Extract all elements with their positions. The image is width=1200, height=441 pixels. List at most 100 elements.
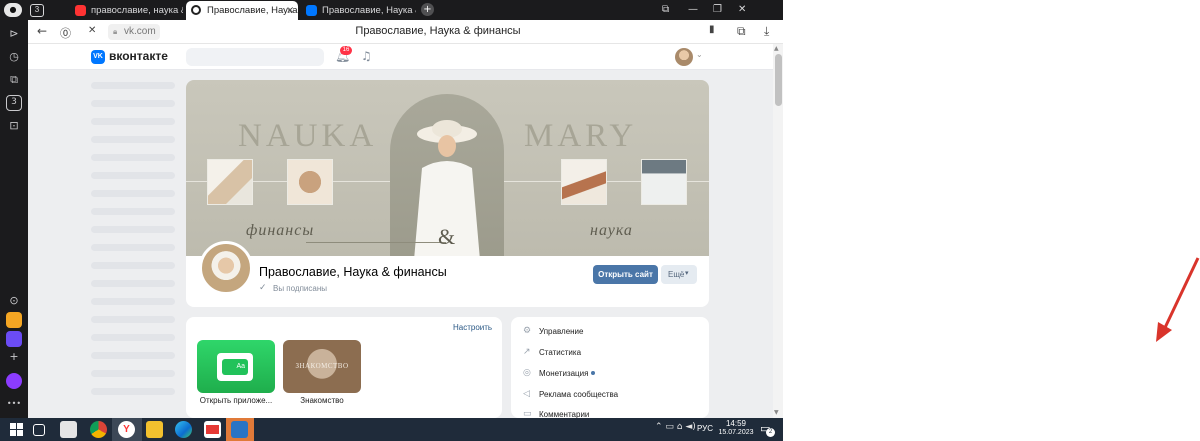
vk-logo-text[interactable]: вконтакте bbox=[109, 49, 168, 63]
bookmark-icon[interactable]: ▮ bbox=[709, 24, 715, 35]
windows-start-icon[interactable] bbox=[10, 423, 23, 436]
stop-icon[interactable]: ✕ bbox=[88, 25, 96, 36]
app-label[interactable]: Открыть приложе... bbox=[197, 396, 275, 405]
menu-placeholder bbox=[91, 352, 175, 359]
task-view-icon[interactable] bbox=[33, 424, 45, 436]
menu-item-comments[interactable]: Комментарии bbox=[539, 410, 589, 418]
back-icon[interactable]: ← bbox=[37, 24, 47, 38]
url-field[interactable]: 🔒︎ vk.com bbox=[108, 24, 160, 40]
check-icon: ✓ bbox=[259, 283, 267, 293]
app-label[interactable]: Знакомство bbox=[283, 396, 361, 405]
app-tile-acquaintance[interactable]: ЗНАКОМСТВО bbox=[283, 340, 361, 393]
menu-placeholder bbox=[91, 136, 175, 143]
notification-badge: 2 bbox=[766, 428, 775, 437]
menu-placeholder bbox=[91, 334, 175, 341]
comment-icon: ▭ bbox=[523, 409, 532, 418]
lock-icon: 🔒︎ bbox=[113, 27, 118, 36]
scroll-up-icon[interactable]: ▲ bbox=[774, 45, 779, 52]
chevron-down-icon[interactable]: ⌄ bbox=[696, 50, 703, 59]
app-tile-open-app[interactable]: Aa bbox=[197, 340, 275, 393]
user-avatar[interactable] bbox=[675, 48, 693, 66]
vk-favicon-icon bbox=[306, 5, 317, 16]
new-tab-button[interactable]: + bbox=[421, 3, 434, 16]
window-close-button[interactable]: ✕ bbox=[738, 0, 746, 20]
screenshot-icon[interactable]: ⊡ bbox=[6, 118, 22, 134]
menu-placeholder bbox=[91, 226, 175, 233]
vk-logo-icon[interactable]: VK bbox=[91, 50, 105, 64]
tab-label: Православие, Наука & финансы bbox=[207, 5, 298, 16]
cover-underline bbox=[306, 242, 446, 243]
menu-placeholder bbox=[91, 100, 175, 107]
settings-icon: ⚙ bbox=[523, 326, 532, 336]
tabs-overview-icon[interactable]: ⧉ bbox=[662, 0, 669, 20]
more-icon[interactable]: ••• bbox=[6, 396, 22, 412]
cover-photo-4 bbox=[641, 159, 687, 205]
store-icon[interactable] bbox=[60, 421, 77, 438]
mail-icon[interactable] bbox=[204, 421, 221, 438]
open-site-button[interactable]: Открыть сайт bbox=[593, 265, 658, 284]
restore-button[interactable]: ❐ bbox=[713, 0, 722, 20]
download-icon[interactable]: ⤓ bbox=[764, 24, 769, 39]
cover-photo-1 bbox=[207, 159, 253, 205]
cover-ampersand: & bbox=[438, 224, 456, 249]
menu-placeholder bbox=[91, 244, 175, 251]
group-avatar[interactable] bbox=[199, 241, 253, 295]
photos-icon bbox=[231, 421, 248, 438]
search-input[interactable] bbox=[186, 48, 324, 66]
photos-task-active[interactable] bbox=[226, 418, 254, 441]
scroll-down-icon[interactable]: ▼ bbox=[774, 409, 779, 416]
subscribed-status[interactable]: Вы подписаны bbox=[273, 284, 327, 293]
chrome-icon[interactable] bbox=[90, 421, 107, 438]
protect-icon[interactable]: ⓪ bbox=[60, 25, 71, 41]
menu-item-ads[interactable]: Реклама сообщества bbox=[539, 390, 618, 399]
menu-placeholder bbox=[91, 154, 175, 161]
group-name: Православие, Наука & финансы bbox=[259, 265, 447, 279]
assistant-icon[interactable] bbox=[6, 373, 22, 389]
yandex-browser-task-active[interactable]: Y bbox=[112, 418, 142, 441]
history-icon[interactable]: ◷ bbox=[6, 49, 22, 65]
chevron-down-icon: ▾ bbox=[685, 269, 689, 277]
edge-icon[interactable] bbox=[175, 421, 192, 438]
address-bar: ← ⓪ ✕ 🔒︎ vk.com Православие, Наука & фин… bbox=[28, 20, 783, 44]
counter-box[interactable]: 3 bbox=[6, 95, 22, 111]
menu-placeholder bbox=[91, 262, 175, 269]
monetization-icon: ◎ bbox=[523, 368, 531, 378]
mail-app-icon[interactable] bbox=[6, 312, 22, 328]
scrollbar[interactable]: ▲ ▼ bbox=[773, 44, 783, 418]
collections-icon[interactable]: ⧉ bbox=[6, 72, 22, 88]
clock-date[interactable]: 15.07.2023 bbox=[716, 429, 756, 436]
tab-count[interactable]: 3 bbox=[30, 4, 44, 17]
scroll-thumb[interactable] bbox=[774, 54, 782, 106]
megaphone-icon: ◁ bbox=[523, 389, 530, 399]
tab-1[interactable]: православие, наука & финансы bbox=[70, 1, 183, 20]
menu-placeholder bbox=[91, 208, 175, 215]
play-icon[interactable]: ⊳ bbox=[6, 26, 22, 42]
page-title: Православие, Наука & финансы bbox=[355, 25, 521, 37]
tab-label: православие, наука & финансы bbox=[91, 5, 183, 16]
alice-icon[interactable]: ⊙ bbox=[6, 293, 22, 309]
taskbar: Y ⌃ ▭ ⌂ ◄) РУС 14:59 15.07.2023 ▭ 2 bbox=[0, 418, 783, 441]
file-explorer-icon[interactable] bbox=[146, 421, 163, 438]
tab-3[interactable]: Православие, Наука & финансы bbox=[301, 1, 416, 20]
tab-2[interactable]: Православие, Наука & финансы × bbox=[186, 1, 298, 20]
screen: ● ⊳ ◷ ⧉ 3 ⊡ ⊙ + ••• 3 православие, наука… bbox=[0, 0, 1200, 441]
extensions-icon[interactable]: ⧉ bbox=[737, 24, 746, 39]
menu-placeholder bbox=[91, 316, 175, 323]
yandex-button[interactable]: ● bbox=[4, 3, 22, 17]
menu-placeholder bbox=[91, 190, 175, 197]
language-indicator[interactable]: РУС bbox=[697, 424, 713, 433]
menu-item-manage[interactable]: Управление bbox=[539, 327, 583, 336]
music-icon[interactable]: ♫ bbox=[361, 49, 372, 63]
more-button[interactable]: Ещё bbox=[661, 265, 697, 284]
minimize-button[interactable]: — bbox=[688, 0, 698, 20]
menu-item-statistics[interactable]: Статистика bbox=[539, 348, 581, 357]
menu-placeholder bbox=[91, 172, 175, 179]
system-tray-icons[interactable]: ⌃ ▭ ⌂ ◄) bbox=[655, 422, 696, 432]
menu-item-monetization[interactable]: Монетизация bbox=[539, 369, 588, 378]
clock-time[interactable]: 14:59 bbox=[719, 419, 753, 428]
tab-label: Православие, Наука & финансы bbox=[322, 5, 416, 16]
messenger-app-icon[interactable] bbox=[6, 331, 22, 347]
configure-link[interactable]: Настроить bbox=[453, 323, 492, 332]
close-tab-icon[interactable]: × bbox=[286, 1, 294, 20]
add-app-icon[interactable]: + bbox=[6, 349, 22, 365]
